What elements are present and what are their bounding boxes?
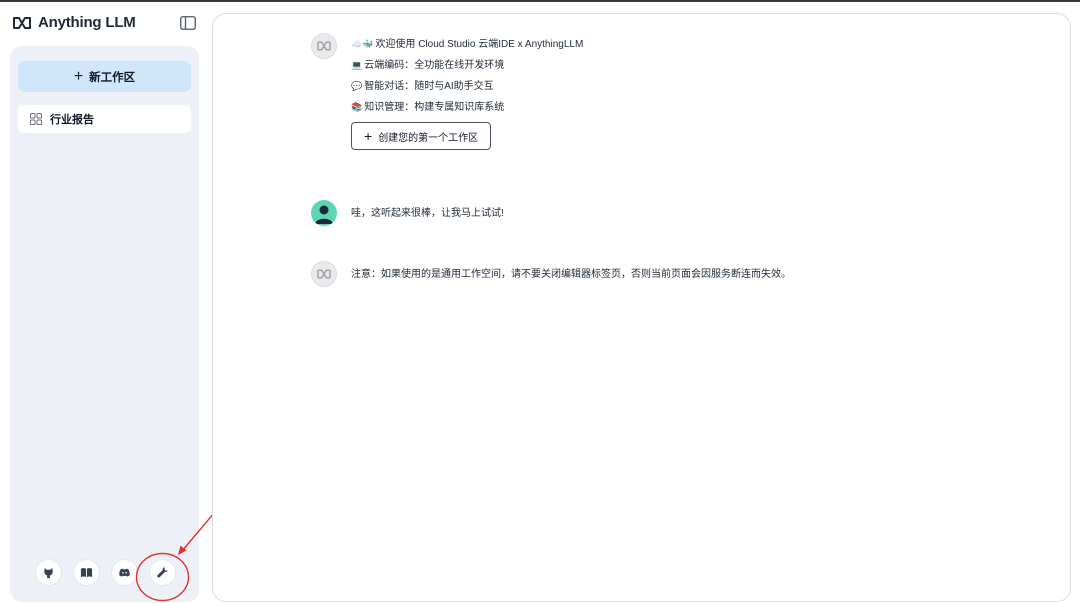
assistant-welcome-message: ☁️🐳 欢迎使用 Cloud Studio 云端IDE x AnythingLLM… [311, 33, 583, 150]
create-workspace-label: 创建您的第一个工作区 [378, 132, 479, 144]
settings-wrench-icon [157, 567, 168, 578]
user-avatar [311, 200, 337, 226]
speech-bubble-icon: 💬 [351, 81, 363, 91]
discord-icon [119, 568, 130, 577]
create-workspace-button[interactable]: + 创建您的第一个工作区 [351, 122, 492, 150]
books-icon: 📚 [351, 102, 363, 112]
assistant-notice-message: 注意：如果使用的是通用工作空间，请不要关闭编辑器标签页，否则当前页面会因服务断连… [311, 261, 791, 289]
workspace-label: 行业报告 [50, 114, 94, 126]
anythingllm-logo-icon [317, 269, 331, 279]
plus-icon: + [364, 128, 373, 144]
docs-button[interactable] [74, 560, 99, 585]
assistant-avatar [311, 261, 337, 287]
settings-button[interactable] [150, 560, 175, 585]
grid-icon [30, 113, 42, 125]
discord-button[interactable] [112, 560, 137, 585]
assistant-avatar [311, 33, 337, 59]
laptop-icon: 💻 [351, 60, 363, 70]
sidebar: + 新工作区 行业报告 [10, 46, 199, 602]
docs-book-icon [80, 568, 93, 578]
window-top-border [0, 0, 1080, 2]
feature-item: 💻 云端编码：全功能在线开发环境 [351, 60, 505, 71]
app-logo: Anything LLM [12, 14, 136, 31]
chat-panel: ☁️🐳 欢迎使用 Cloud Studio 云端IDE x AnythingLLM… [212, 13, 1071, 602]
user-message: 哇，这听起来很棒，让我马上试试! [311, 200, 504, 228]
user-icon [315, 205, 333, 224]
user-message-text: 哇，这听起来很棒，让我马上试试! [351, 208, 504, 219]
cloud-whale-icon: ☁️🐳 [351, 39, 374, 49]
workspace-item[interactable]: 行业报告 [18, 105, 191, 133]
notice-text: 注意：如果使用的是通用工作空间，请不要关闭编辑器标签页，否则当前页面会因服务断连… [351, 269, 791, 280]
plus-icon: + [73, 67, 84, 85]
app-name: Anything LLM [38, 14, 136, 31]
github-button[interactable] [36, 560, 61, 585]
feature-item: 📚 知识管理：构建专属知识库系统 [351, 102, 505, 113]
feature-item: 💬 智能对话：随时与AI助手交互 [351, 81, 494, 92]
new-workspace-button[interactable]: + 新工作区 [18, 61, 191, 92]
sidebar-toggle-icon[interactable] [180, 16, 196, 30]
sidebar-footer [36, 560, 175, 585]
github-icon [44, 567, 53, 579]
welcome-title: ☁️🐳 欢迎使用 Cloud Studio 云端IDE x AnythingLLM [351, 39, 584, 50]
new-workspace-label: 新工作区 [89, 71, 136, 84]
anythingllm-logo-icon [13, 16, 31, 29]
anythingllm-logo-icon [317, 41, 331, 51]
